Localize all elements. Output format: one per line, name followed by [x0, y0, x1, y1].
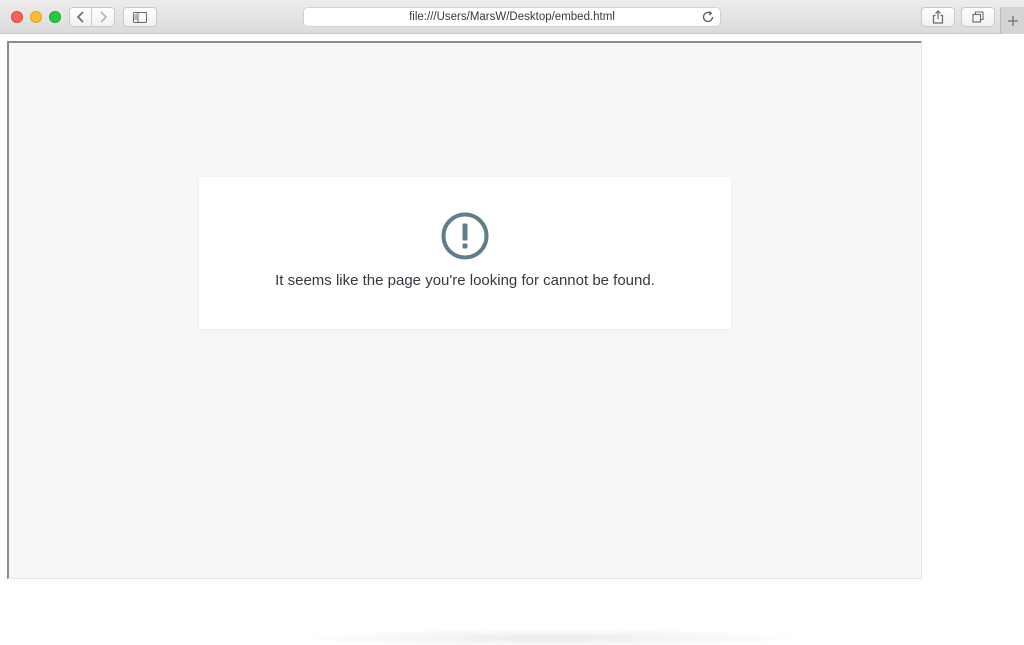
browser-window: file:///Users/MarsW/Desktop/embed.html I…: [0, 0, 1024, 645]
navigation-buttons: [69, 7, 115, 27]
back-button[interactable]: [69, 7, 92, 27]
window-close-button[interactable]: [11, 11, 23, 23]
new-tab-button[interactable]: [1000, 7, 1024, 34]
tabs-overview-icon: [972, 11, 984, 23]
window-minimize-button[interactable]: [30, 11, 42, 23]
share-button[interactable]: [921, 7, 955, 27]
embedded-page-frame: It seems like the page you're looking fo…: [7, 41, 922, 579]
chevron-left-icon: [76, 11, 84, 23]
share-icon: [932, 10, 944, 24]
tab-overview-button[interactable]: [961, 7, 995, 27]
error-message: It seems like the page you're looking fo…: [275, 272, 655, 289]
window-zoom-button[interactable]: [49, 11, 61, 23]
sidebar-toggle-button[interactable]: [123, 7, 157, 27]
sidebar-icon: [133, 11, 147, 23]
error-card: It seems like the page you're looking fo…: [199, 177, 731, 329]
forward-button[interactable]: [92, 7, 115, 27]
reload-icon[interactable]: [701, 10, 715, 24]
window-shadow: [290, 628, 810, 645]
plus-icon: [1007, 15, 1018, 26]
address-bar[interactable]: file:///Users/MarsW/Desktop/embed.html: [303, 7, 721, 27]
chevron-right-icon: [100, 11, 108, 23]
exclamation-circle-icon: [441, 212, 489, 260]
address-url[interactable]: file:///Users/MarsW/Desktop/embed.html: [304, 8, 720, 26]
browser-toolbar: file:///Users/MarsW/Desktop/embed.html: [0, 0, 1024, 34]
